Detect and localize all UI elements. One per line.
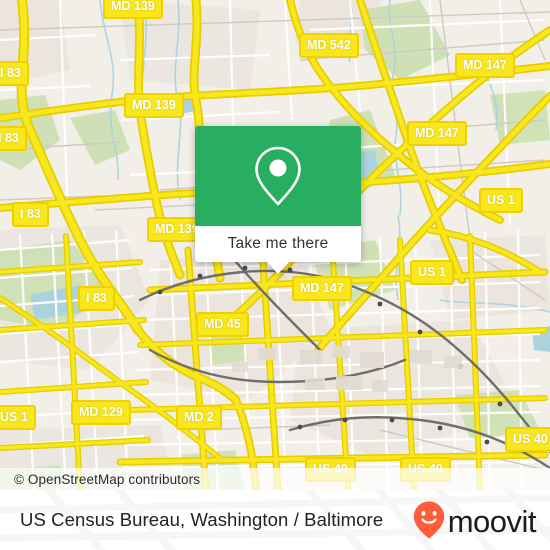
footer-bar: US Census Bureau, Washington / Baltimore… [0,490,550,550]
map-pin-icon [255,146,301,206]
map-attribution: © OpenStreetMap contributors [0,468,550,490]
road-shield: I 83 [0,61,29,86]
attribution-text: © OpenStreetMap contributors [14,471,201,487]
popup-tail [266,261,290,274]
popup-icon-panel [195,126,361,226]
road-shield: I 83 [12,202,49,227]
road-shield: MD 147 [455,53,515,78]
road-shield: MD 147 [407,121,467,146]
road-shield: US 1 [410,260,454,285]
location-popup-card[interactable]: Take me there [195,126,361,274]
road-shield: MD 45 [196,312,249,337]
road-shield: MD 129 [71,400,131,425]
take-me-there-label: Take me there [227,235,329,252]
moovit-smiley-pin-icon [413,501,444,539]
road-shield: US 40 [505,427,550,452]
popup-action-bar[interactable]: Take me there [195,226,361,262]
road-shield: I 83 [0,126,27,151]
road-shield: MD 139 [103,0,163,19]
road-shield: MD 147 [292,276,352,301]
place-title: US Census Bureau, Washington / Baltimore [20,490,383,550]
moovit-map-screenshot: MD 139 MD 542 MD 147 MD 139 MD 147 I 83 … [0,0,550,550]
moovit-logo[interactable]: moovit [412,490,537,550]
road-shield: US 1 [0,405,36,430]
road-shield: US 1 [479,188,523,213]
place-title-text: US Census Bureau, Washington / Baltimore [20,509,384,530]
road-shield: MD 2 [176,405,222,430]
road-shield: I 83 [78,286,115,311]
road-shield: MD 542 [299,33,359,58]
moovit-wordmark: moovit [447,503,537,539]
road-shield: MD 139 [124,93,184,118]
